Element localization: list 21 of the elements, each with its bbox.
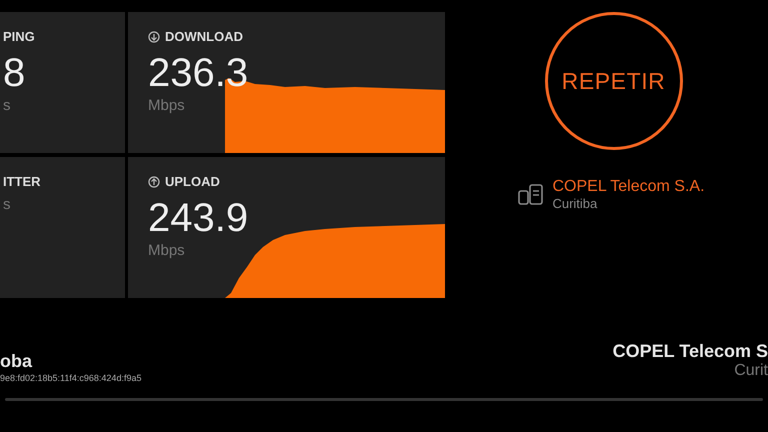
metric-unit: s [3,196,12,214]
ip-address: 9e8:fd02:18b5:11f4:c968:424d:f9a5 [0,372,142,384]
metric-label: UPLOAD [165,174,220,190]
provider-name: COPEL Telecom S [612,340,768,362]
metric-label: DOWNLOAD [165,29,243,45]
down-arrow-icon [148,31,160,43]
metric-value: 8 [3,50,26,96]
metric-label: PING [3,29,35,45]
metric-unit: Mbps [148,242,186,260]
metric-value: 236.3 [148,50,248,96]
server-icon [518,184,544,206]
up-arrow-icon [148,176,160,188]
metric-value: 243.9 [148,195,248,241]
metric-unit: Mbps [148,97,186,115]
metric-label: ITTER [3,174,41,190]
metric-unit: s [3,97,12,115]
server-name: oba [0,350,34,372]
again-button[interactable]: REPETIR [544,12,682,150]
provider-location: Curitiba [552,196,598,212]
provider-name: COPEL Telecom S.A. [552,178,705,196]
provider-location: Curit [734,362,768,380]
